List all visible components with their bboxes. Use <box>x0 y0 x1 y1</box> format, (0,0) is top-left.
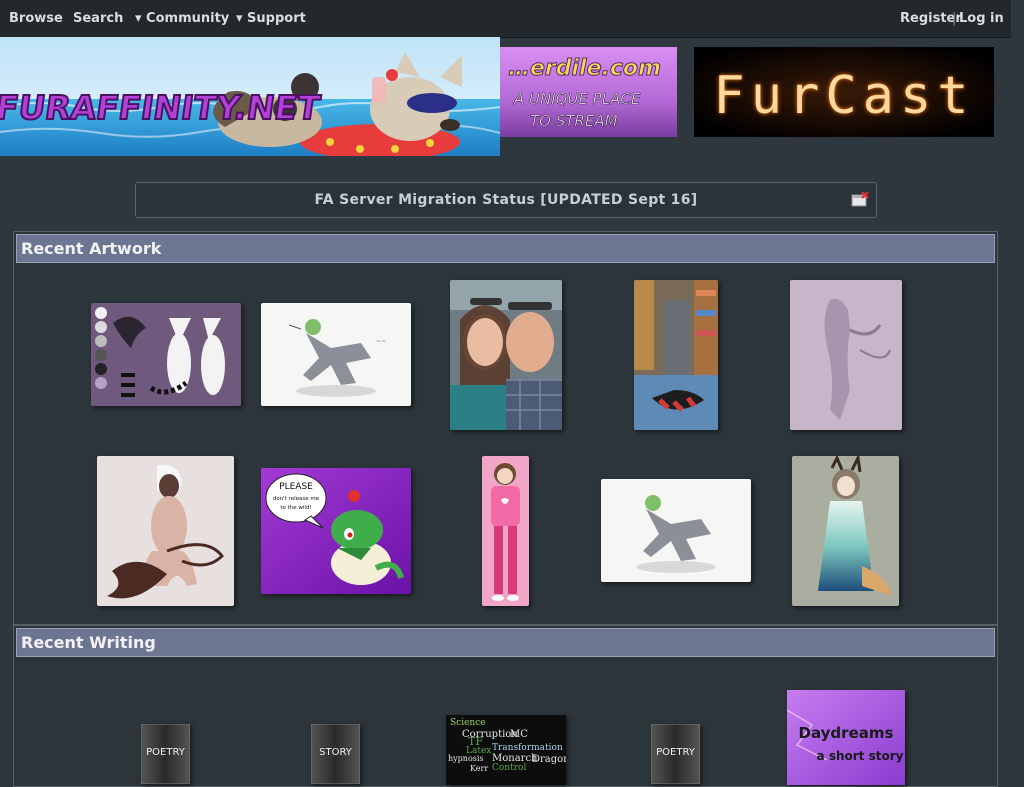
ad-stream-title: …erdile.com <box>508 56 661 81</box>
artwork-thumb-sitting-character[interactable] <box>97 456 234 606</box>
ad-furcast-title: FurCast <box>713 66 974 126</box>
wordcloud-word: MC <box>510 729 528 740</box>
daydreams-subtitle: a short story <box>817 749 904 763</box>
recent-artwork-header: Recent Artwork <box>16 234 995 263</box>
recent-artwork-title: Recent Artwork <box>21 239 162 258</box>
ad-stream-line1: A UNIQUE PLACE <box>513 90 641 108</box>
nav-separator: | <box>952 11 957 26</box>
dismiss-notice-icon[interactable] <box>851 191 869 207</box>
poetry-label-2: POETRY <box>656 747 696 758</box>
recent-writing-header: Recent Writing <box>16 628 995 657</box>
artwork-thumb-dress-character[interactable] <box>792 456 899 606</box>
nav-search-link[interactable]: Search <box>73 11 123 26</box>
wordcloud-word: Kerr <box>470 764 488 773</box>
writing-thumb-wordcloud[interactable]: Science Corruption MC TF Latex Transformation… <box>446 715 566 785</box>
wordcloud-word: Science <box>450 718 486 728</box>
comic-text-line3: to the wild! <box>280 505 311 511</box>
nav-support-menu[interactable]: ▾ Support <box>236 11 306 26</box>
comic-text-line2: don't release me <box>273 496 320 502</box>
writing-thumb-daydreams[interactable]: Daydreams a short story <box>787 690 905 785</box>
artwork-thumb-running-sketch-2[interactable] <box>601 479 751 582</box>
writing-thumb-poetry-1[interactable]: POETRY <box>141 724 190 784</box>
top-nav: Browse Search ▾ Community ▾ Support Regi… <box>0 0 1011 38</box>
comic-text-please: PLEASE <box>279 482 313 492</box>
migration-notice[interactable]: FA Server Migration Status [UPDATED Sept… <box>135 182 877 218</box>
artwork-thumb-running-sketch[interactable]: ~~ <box>261 303 411 406</box>
recent-writing-title: Recent Writing <box>21 633 156 652</box>
artwork-thumb-pink-character[interactable] <box>482 456 529 606</box>
site-logo: FURAFFINITY.NET <box>0 88 323 127</box>
nav-community-menu[interactable]: ▾ Community <box>135 11 229 26</box>
svg-text:~~: ~~ <box>376 338 386 345</box>
banner-artwork: FURAFFINITY.NET <box>0 37 500 156</box>
ad-stream-line2: TO STREAM <box>530 112 618 130</box>
artwork-thumb-tail-photo[interactable] <box>634 280 718 430</box>
artwork-thumb-selfie[interactable] <box>450 280 562 430</box>
wordcloud-word: Control <box>492 763 526 773</box>
artwork-thumb-ref-sheet[interactable] <box>91 303 241 406</box>
notice-text[interactable]: FA Server Migration Status [UPDATED Sept… <box>136 192 876 208</box>
artwork-thumb-pencil-sketch[interactable] <box>790 280 902 430</box>
artwork-thumb-snivy-comic[interactable]: PLEASE don't release me to the wild! <box>261 468 411 594</box>
nav-browse-link[interactable]: Browse <box>9 11 63 26</box>
wordcloud-word: Dragon <box>532 754 566 765</box>
site-banner[interactable]: FURAFFINITY.NET <box>0 37 500 156</box>
ad-banner-furcast[interactable]: FurCast FurCast <box>694 47 994 137</box>
poetry-label-1: POETRY <box>146 747 186 758</box>
login-link[interactable]: Log in <box>959 11 1004 26</box>
ad-banner-stream[interactable]: …erdile.com A UNIQUE PLACE TO STREAM <box>500 47 677 137</box>
writing-thumb-poetry-2[interactable]: POETRY <box>651 724 700 784</box>
ad-furcast-artwork: FurCast FurCast <box>694 47 994 137</box>
wordcloud-word: Transformation <box>492 743 563 753</box>
writing-thumb-story[interactable]: STORY <box>311 724 360 784</box>
ad-stream-artwork: …erdile.com A UNIQUE PLACE TO STREAM <box>500 47 677 137</box>
wordcloud-word: hypnosis <box>448 754 484 763</box>
daydreams-title: Daydreams <box>799 724 894 742</box>
story-label: STORY <box>319 747 353 758</box>
